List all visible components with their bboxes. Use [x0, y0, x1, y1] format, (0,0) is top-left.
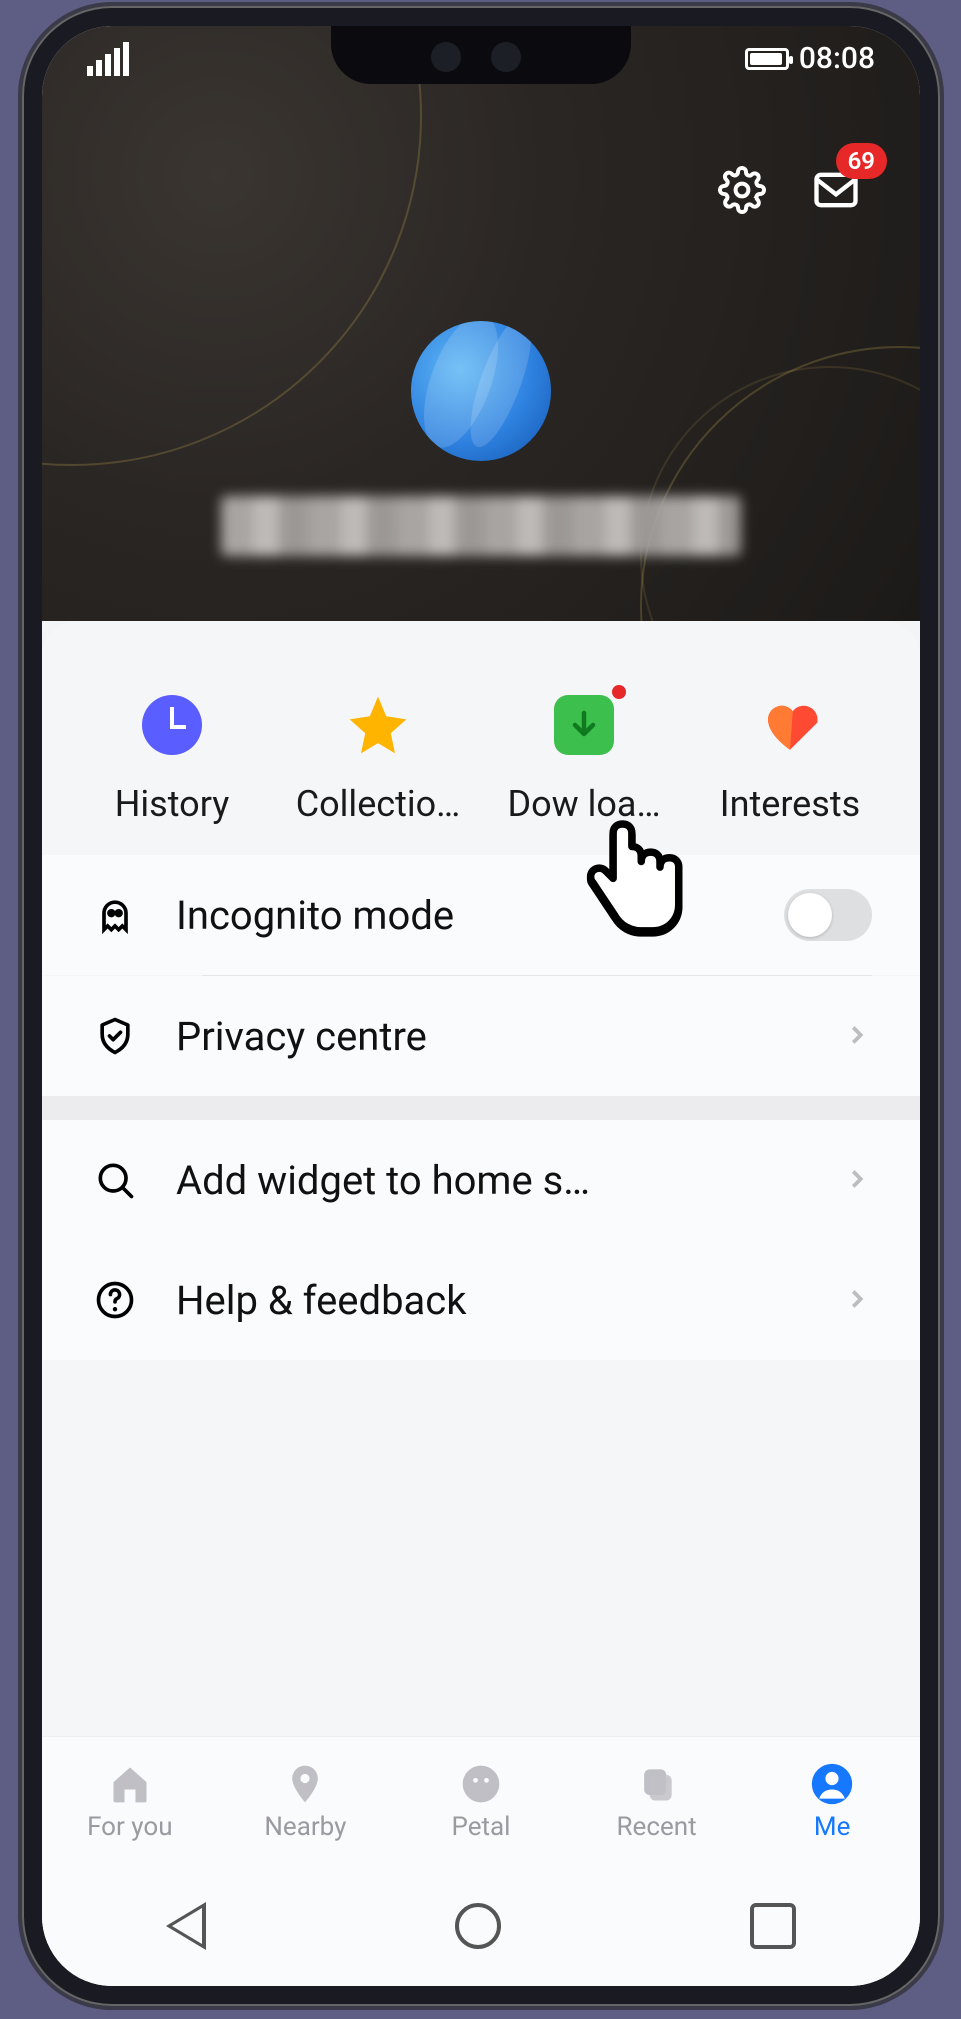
profile-header: 69 — [42, 26, 920, 621]
tab-recent[interactable]: Recent — [577, 1762, 737, 1842]
shield-check-icon — [90, 1011, 140, 1061]
pin-icon — [283, 1762, 327, 1806]
quick-interests[interactable]: Interests — [690, 691, 890, 825]
star-icon — [344, 690, 412, 760]
tab-me[interactable]: Me — [752, 1762, 912, 1842]
quick-downloads[interactable]: Dow loa… — [484, 691, 684, 825]
chevron-right-icon — [842, 1157, 872, 1204]
android-nav-bar — [42, 1866, 920, 1986]
quick-history[interactable]: History — [72, 691, 272, 825]
row-privacy[interactable]: Privacy centre — [42, 976, 920, 1096]
help-label: Help & feedback — [176, 1277, 806, 1324]
messages-button[interactable]: 69 — [807, 161, 865, 219]
home-icon — [108, 1762, 152, 1806]
gear-icon — [718, 166, 766, 214]
tab-me-label: Me — [814, 1812, 851, 1842]
quick-history-label: History — [115, 783, 230, 825]
download-icon — [554, 695, 614, 755]
battery-icon — [745, 48, 789, 70]
main-card: History Collectio… — [42, 621, 920, 1986]
cursor-hand-icon — [570, 814, 690, 954]
chevron-right-icon — [842, 1013, 872, 1060]
tab-petal[interactable]: Petal — [401, 1762, 561, 1842]
search-icon — [90, 1155, 140, 1205]
username-redacted — [221, 496, 741, 556]
row-incognito[interactable]: Incognito mode — [42, 855, 920, 975]
bottom-tab-bar: For you Nearby Petal — [42, 1736, 920, 1866]
phone-frame: 08:08 69 — [22, 6, 940, 2006]
avatar[interactable] — [411, 321, 551, 461]
incognito-switch[interactable] — [784, 889, 872, 941]
tab-nearby[interactable]: Nearby — [225, 1762, 385, 1842]
downloads-dot-indicator — [612, 685, 626, 699]
quick-interests-label: Interests — [720, 783, 860, 825]
tab-nearby-label: Nearby — [264, 1812, 346, 1842]
chevron-right-icon — [842, 1277, 872, 1324]
tab-foryou-label: For you — [87, 1812, 172, 1842]
widget-label: Add widget to home s… — [176, 1157, 806, 1204]
screen: 08:08 69 — [42, 26, 920, 1986]
clock-icon — [142, 695, 202, 755]
question-icon — [90, 1275, 140, 1325]
row-help[interactable]: Help & feedback — [42, 1240, 920, 1360]
status-time: 08:08 — [799, 41, 875, 76]
quick-collections-label: Collectio… — [296, 783, 461, 825]
settings-list: Incognito mode Privacy centre — [42, 855, 920, 1360]
nav-recent-button[interactable] — [750, 1903, 796, 1949]
nav-home-button[interactable] — [455, 1903, 501, 1949]
tab-recent-label: Recent — [617, 1812, 697, 1842]
notch — [331, 26, 631, 84]
quick-collections[interactable]: Collectio… — [278, 691, 478, 825]
face-icon — [459, 1762, 503, 1806]
heart-icon — [757, 692, 823, 758]
privacy-label: Privacy centre — [176, 1013, 806, 1060]
ghost-icon — [90, 890, 140, 940]
quick-actions-row: History Collectio… — [42, 621, 920, 855]
messages-badge: 69 — [836, 143, 887, 179]
tab-foryou[interactable]: For you — [50, 1762, 210, 1842]
nav-back-button[interactable] — [166, 1902, 206, 1950]
stack-icon — [635, 1762, 679, 1806]
signal-icon — [87, 42, 129, 76]
settings-button[interactable] — [713, 161, 771, 219]
person-icon — [810, 1762, 854, 1806]
tab-petal-label: Petal — [451, 1812, 510, 1842]
row-add-widget[interactable]: Add widget to home s… — [42, 1120, 920, 1240]
